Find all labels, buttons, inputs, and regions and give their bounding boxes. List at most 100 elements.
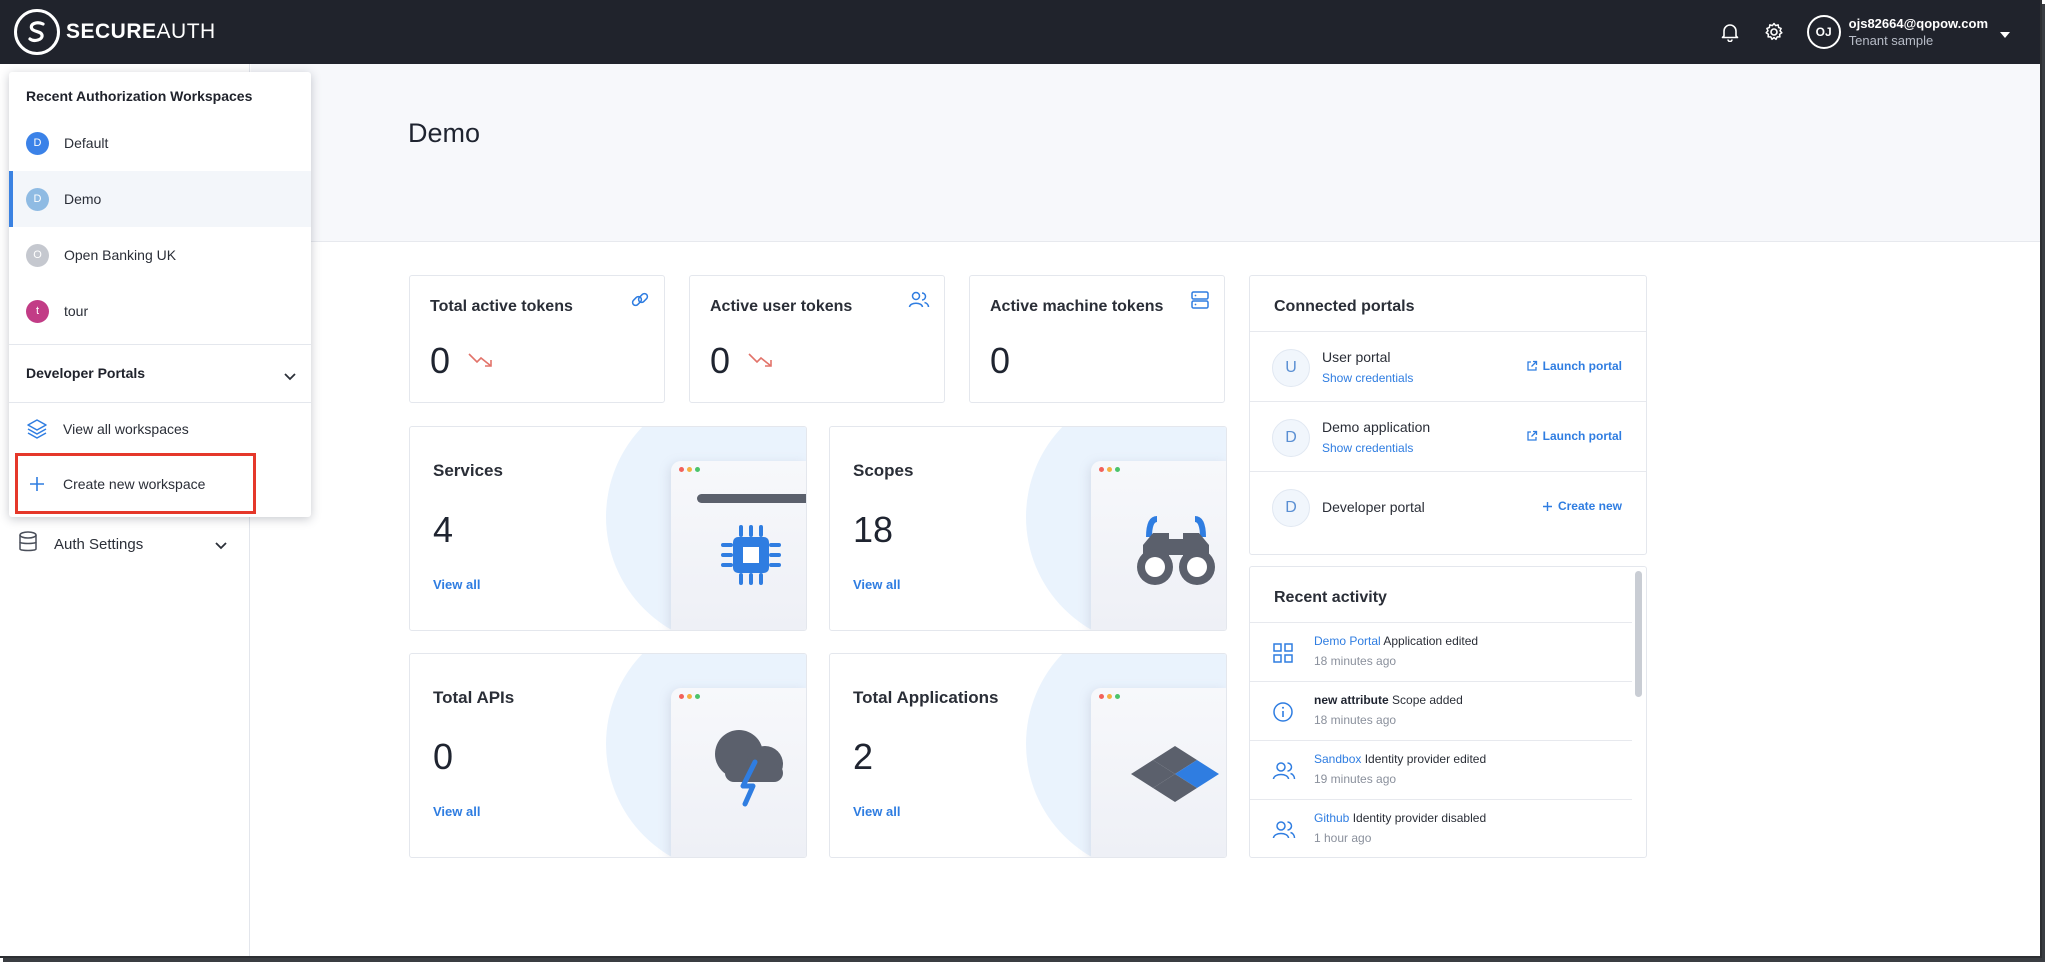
stat-card-active-machine-tokens: Active machine tokens 0 [969,275,1225,403]
stat-label: Total active tokens [430,298,573,315]
workspace-label: Default [64,135,109,151]
activity-entity-link[interactable]: Sandbox [1314,752,1361,766]
workspace-item-open-banking-uk[interactable]: O Open Banking UK [9,227,311,283]
page-title: Demo [408,118,481,148]
portal-name: Demo application [1322,419,1431,435]
scrollbar[interactable] [1635,571,1642,697]
illustration-panel [1091,688,1226,857]
top-bar: SECUREAUTH OJ ojs82664@qopow.com Tenant … [0,0,2040,64]
workspace-item-tour[interactable]: t tour [9,283,311,339]
avatar[interactable]: OJ [1806,15,1841,49]
link-icon [630,290,650,315]
server-icon [1190,290,1210,315]
activity-row[interactable]: Github Identity provider disabled 1 hour… [1250,799,1632,857]
trend-down-icon [468,352,494,373]
activity-time: 1 hour ago [1314,831,1372,845]
create-new-button[interactable]: Create new [1542,499,1622,513]
card-total-applications: Total Applications 2 View all [829,653,1227,858]
logo-text: SECUREAUTH [66,20,216,43]
workspace-item-demo[interactable]: D Demo [9,171,311,227]
stat-label: Active user tokens [710,298,853,315]
trend-down-icon [748,352,774,373]
card-label: Total Applications [853,688,999,707]
workspace-label: Demo [64,191,102,207]
portal-avatar: D [1272,419,1310,457]
workspace-avatar: O [26,243,49,267]
developer-portals-toggle[interactable]: Developer Portals [26,365,296,381]
card-services: Services 4 View all [409,426,807,631]
chevron-down-icon[interactable] [2000,25,2010,43]
tenant-name: Tenant sample [1848,33,1934,48]
secureauth-logo-icon [14,9,60,55]
stat-value: 0 [990,340,1011,381]
card-title: Connected portals [1274,298,1415,315]
sidebar-item-label: Auth Settings [54,535,144,553]
portal-avatar: D [1272,489,1310,527]
activity-time: 19 minutes ago [1314,772,1397,786]
chip-icon [719,523,783,592]
user-email: ojs82664@qopow.com [1848,16,1988,31]
illustration-panel [671,688,806,857]
stat-value: 0 [430,340,451,381]
info-icon [1272,701,1294,728]
chevron-down-icon [284,368,296,384]
layers-diamond-icon [1129,744,1221,809]
card-title: Recent activity [1274,589,1387,606]
view-all-link[interactable]: View all [853,804,900,819]
view-all-workspaces-button[interactable]: View all workspaces [9,403,311,455]
user-info[interactable]: ojs82664@qopow.com Tenant sample [1849,15,1988,49]
activity-text: Sandbox Identity provider edited [1314,752,1487,766]
gear-icon[interactable] [1761,19,1787,45]
portal-row: U User portal Show credentials Launch po… [1250,331,1646,401]
portal-avatar: U [1272,349,1310,387]
activity-row[interactable]: Demo Portal Application edited 18 minute… [1250,622,1632,681]
view-all-link[interactable]: View all [433,804,480,819]
stat-card-active-user-tokens: Active user tokens 0 [689,275,945,403]
stat-value: 0 [710,340,731,381]
stat-card-total-active-tokens: Total active tokens 0 [409,275,665,403]
logo[interactable]: SECUREAUTH [14,9,216,55]
card-value: 2 [853,736,874,777]
app-window: SECUREAUTH OJ ojs82664@qopow.com Tenant … [0,0,2042,958]
main-content: Demo Total active tokens 0 Active user t… [251,64,2040,956]
activity-text: Demo Portal Application edited [1314,634,1479,648]
activity-entity-link[interactable]: Github [1314,811,1349,825]
database-icon [18,530,38,558]
portal-row: D Demo application Show credentials Laun… [1250,401,1646,471]
card-label: Services [433,461,503,480]
portal-name: Developer portal [1322,499,1425,515]
card-label: Scopes [853,461,914,480]
launch-portal-button[interactable]: Launch portal [1526,429,1622,443]
card-label: Total APIs [433,688,515,707]
workspace-dropdown: Recent Authorization Workspaces D Defaul… [9,72,311,517]
activity-entity-link[interactable]: Demo Portal [1314,634,1381,648]
view-all-link[interactable]: View all [853,577,900,592]
activity-row[interactable]: Sandbox Identity provider edited 19 minu… [1250,740,1632,799]
activity-text: new attribute Scope added [1314,693,1463,707]
page-header: Demo [251,64,2040,242]
create-workspace-label: Create new workspace [63,476,206,492]
portal-name: User portal [1322,349,1391,365]
grid-icon [1272,642,1294,669]
view-all-label: View all workspaces [63,421,189,437]
stat-label: Active machine tokens [990,298,1164,315]
chevron-down-icon [215,537,227,555]
create-new-workspace-button[interactable]: Create new workspace [9,458,311,510]
show-credentials-link[interactable]: Show credentials [1322,441,1413,455]
sidebar-item-auth-settings[interactable]: Auth Settings [18,526,233,562]
bell-icon[interactable] [1717,19,1743,45]
dropdown-header: Recent Authorization Workspaces [26,88,253,104]
external-link-icon [1527,430,1537,441]
card-value: 0 [433,736,454,777]
users-icon [1272,819,1296,846]
activity-time: 18 minutes ago [1314,713,1397,727]
illustration-panel [671,461,806,630]
activity-row[interactable]: new attribute Scope added 18 minutes ago [1250,681,1632,740]
workspace-avatar: D [26,131,49,155]
card-value: 18 [853,509,894,550]
workspace-item-default[interactable]: D Default [9,115,311,171]
show-credentials-link[interactable]: Show credentials [1322,371,1413,385]
launch-portal-button[interactable]: Launch portal [1526,359,1622,373]
cloud-lightning-icon [711,724,795,813]
view-all-link[interactable]: View all [433,577,480,592]
